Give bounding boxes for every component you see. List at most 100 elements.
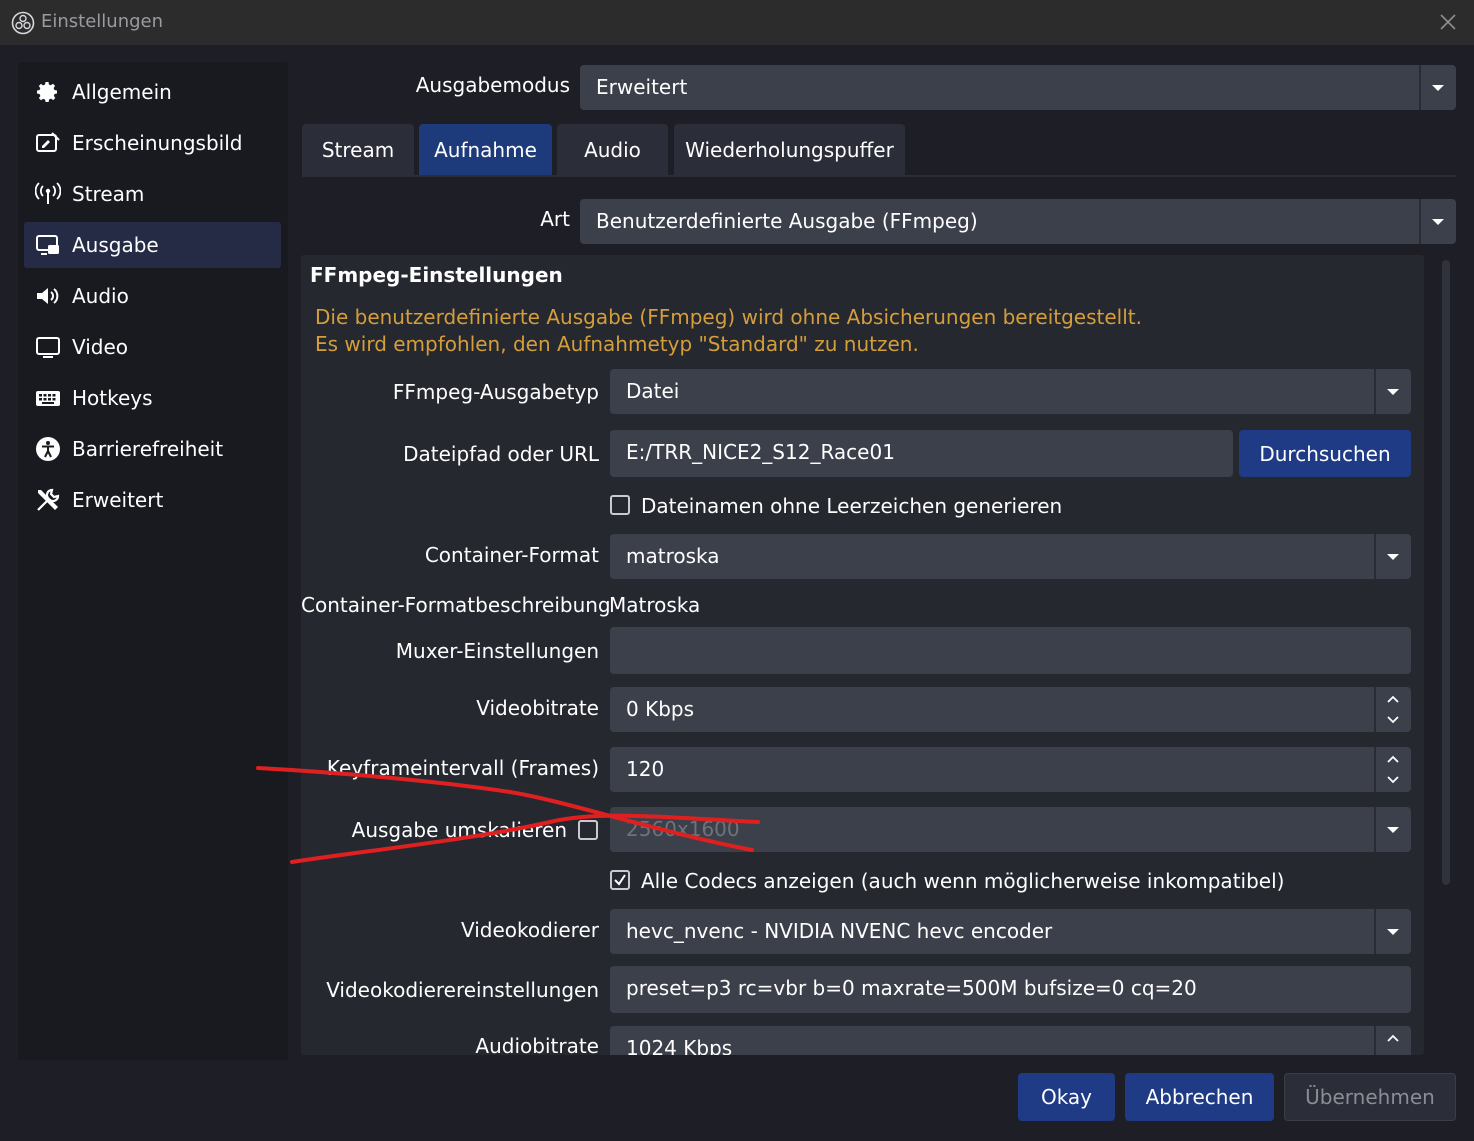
sidebar-item-video[interactable]: Video <box>24 324 281 370</box>
file-path-value: E:/TRR_NICE2_S12_Race01 <box>626 440 895 464</box>
close-icon[interactable] <box>1436 10 1460 34</box>
keyframe-label: Keyframeintervall (Frames) <box>326 756 599 780</box>
chevron-down-icon <box>1432 219 1444 225</box>
chevron-down-icon <box>1387 929 1399 935</box>
scrollbar-thumb[interactable] <box>1442 260 1450 885</box>
sidebar-item-label: Audio <box>72 284 129 308</box>
combo-separator <box>1419 199 1421 244</box>
video-encoder-value: hevc_nvenc - NVIDIA NVENC hevc encoder <box>626 919 1053 943</box>
tab-stream[interactable]: Stream <box>302 124 414 176</box>
okay-button[interactable]: Okay <box>1018 1073 1115 1121</box>
combo-separator <box>1374 909 1376 954</box>
rescale-resolution-value: 2560x1600 <box>626 817 740 841</box>
apply-button[interactable]: Übernehmen <box>1284 1073 1456 1121</box>
container-format-value: matroska <box>626 544 720 568</box>
chevron-down-icon <box>1432 85 1444 91</box>
sidebar-item-ausgabe[interactable]: Ausgabe <box>24 222 281 268</box>
sidebar-item-label: Video <box>72 335 129 359</box>
muxer-settings-input[interactable] <box>610 627 1411 674</box>
output-icon <box>34 231 62 259</box>
recording-type-select[interactable]: Benutzerdefinierte Ausgabe (FFmpeg) <box>580 199 1456 244</box>
container-format-label: Container-Format <box>424 543 599 567</box>
tab-label: Stream <box>321 138 395 162</box>
tab-label: Audio <box>584 138 641 162</box>
tools-icon <box>34 486 62 514</box>
chevron-down-icon[interactable] <box>1385 713 1401 727</box>
tab-wiederholungspuffer[interactable]: Wiederholungspuffer <box>674 124 905 176</box>
chevron-down-icon <box>1387 827 1399 833</box>
spin-separator <box>1374 747 1376 792</box>
sidebar-item-label: Barrierefreiheit <box>72 437 224 461</box>
chevron-up-icon[interactable] <box>1385 1031 1401 1045</box>
browse-button[interactable]: Durchsuchen <box>1239 430 1411 477</box>
vertical-scrollbar[interactable] <box>1436 255 1456 1055</box>
combo-separator <box>1374 534 1376 579</box>
spin-separator <box>1374 1026 1376 1055</box>
keyframe-value: 120 <box>626 757 665 781</box>
obs-logo-icon <box>11 11 35 35</box>
tab-underline <box>302 175 1456 177</box>
window-title: Einstellungen <box>41 11 164 32</box>
rescale-label: Ausgabe umskalieren <box>351 818 567 842</box>
video-encoder-settings-input[interactable]: preset=p3 rc=vbr b=0 maxrate=500M bufsiz… <box>610 966 1411 1013</box>
audio-bitrate-value: 1024 Kbps <box>626 1036 733 1055</box>
no-spaces-checkbox[interactable] <box>610 495 630 515</box>
combo-separator <box>1374 369 1376 414</box>
sidebar-item-stream[interactable]: Stream <box>24 171 281 217</box>
chevron-down-icon[interactable] <box>1385 773 1401 787</box>
tab-aufnahme[interactable]: Aufnahme <box>419 124 552 176</box>
keyboard-icon <box>34 384 62 412</box>
sidebar-item-label: Hotkeys <box>72 386 153 410</box>
video-bitrate-spinbox[interactable]: 0 Kbps <box>610 687 1411 732</box>
spin-separator <box>1374 687 1376 732</box>
chevron-up-icon[interactable] <box>1385 692 1401 706</box>
no-spaces-label: Dateinamen ohne Leerzeichen generieren <box>641 494 1063 518</box>
warning-text-line1: Die benutzerdefinierte Ausgabe (FFmpeg) … <box>315 305 1142 329</box>
all-codecs-checkbox[interactable] <box>610 870 630 890</box>
file-path-input[interactable]: E:/TRR_NICE2_S12_Race01 <box>610 430 1233 477</box>
sidebar-item-erscheinungsbild[interactable]: Erscheinungsbild <box>24 120 281 166</box>
audio-bitrate-label: Audiobitrate <box>475 1034 599 1055</box>
speaker-icon <box>34 282 62 310</box>
video-encoder-select[interactable]: hevc_nvenc - NVIDIA NVENC hevc encoder <box>610 909 1411 954</box>
video-encoder-settings-label: Videokodierereinstellungen <box>326 978 599 1002</box>
sidebar-item-label: Stream <box>72 182 145 206</box>
chevron-down-icon <box>1387 389 1399 395</box>
sidebar-item-barrierefreiheit[interactable]: Barrierefreiheit <box>24 426 281 472</box>
keyframe-spinbox[interactable]: 120 <box>610 747 1411 792</box>
container-format-select[interactable]: matroska <box>610 534 1411 579</box>
output-type-label: FFmpeg-Ausgabetyp <box>392 380 599 404</box>
video-bitrate-value: 0 Kbps <box>626 697 695 721</box>
group-title: FFmpeg-Einstellungen <box>310 263 563 287</box>
all-codecs-label: Alle Codecs anzeigen (auch wenn mögliche… <box>641 869 1285 893</box>
output-type-select[interactable]: Datei <box>610 369 1411 414</box>
video-encoder-settings-value: preset=p3 rc=vbr b=0 maxrate=500M bufsiz… <box>626 976 1197 1000</box>
output-mode-select[interactable]: Erweitert <box>580 65 1456 110</box>
muxer-label: Muxer-Einstellungen <box>395 639 599 663</box>
output-type-value: Datei <box>626 379 680 403</box>
sidebar-item-hotkeys[interactable]: Hotkeys <box>24 375 281 421</box>
cancel-button[interactable]: Abbrechen <box>1125 1073 1274 1121</box>
recording-type-value: Benutzerdefinierte Ausgabe (FFmpeg) <box>596 209 978 233</box>
rescale-resolution-select[interactable]: 2560x1600 <box>610 807 1411 852</box>
tab-audio[interactable]: Audio <box>557 124 668 176</box>
audio-bitrate-spinbox[interactable]: 1024 Kbps <box>610 1026 1411 1055</box>
sidebar-item-audio[interactable]: Audio <box>24 273 281 319</box>
antenna-icon <box>34 180 62 208</box>
sidebar-item-label: Erweitert <box>72 488 164 512</box>
accessibility-icon <box>34 435 62 463</box>
video-bitrate-label: Videobitrate <box>476 696 599 720</box>
type-label: Art <box>540 207 570 231</box>
gear-icon <box>34 78 62 106</box>
rescale-checkbox[interactable] <box>578 820 598 840</box>
chevron-up-icon[interactable] <box>1385 752 1401 766</box>
settings-sidebar: Allgemein Erscheinungsbild Stream Ausgab… <box>18 62 288 1060</box>
sidebar-item-allgemein[interactable]: Allgemein <box>24 69 281 115</box>
chevron-down-icon <box>1387 554 1399 560</box>
ffmpeg-settings-group: FFmpeg-Einstellungen Die benutzerdefinie… <box>301 255 1424 1055</box>
sidebar-item-erweitert[interactable]: Erweitert <box>24 477 281 523</box>
path-label: Dateipfad oder URL <box>403 442 599 466</box>
monitor-icon <box>34 333 62 361</box>
combo-separator <box>1374 807 1376 852</box>
video-encoder-label: Videokodierer <box>460 918 599 942</box>
